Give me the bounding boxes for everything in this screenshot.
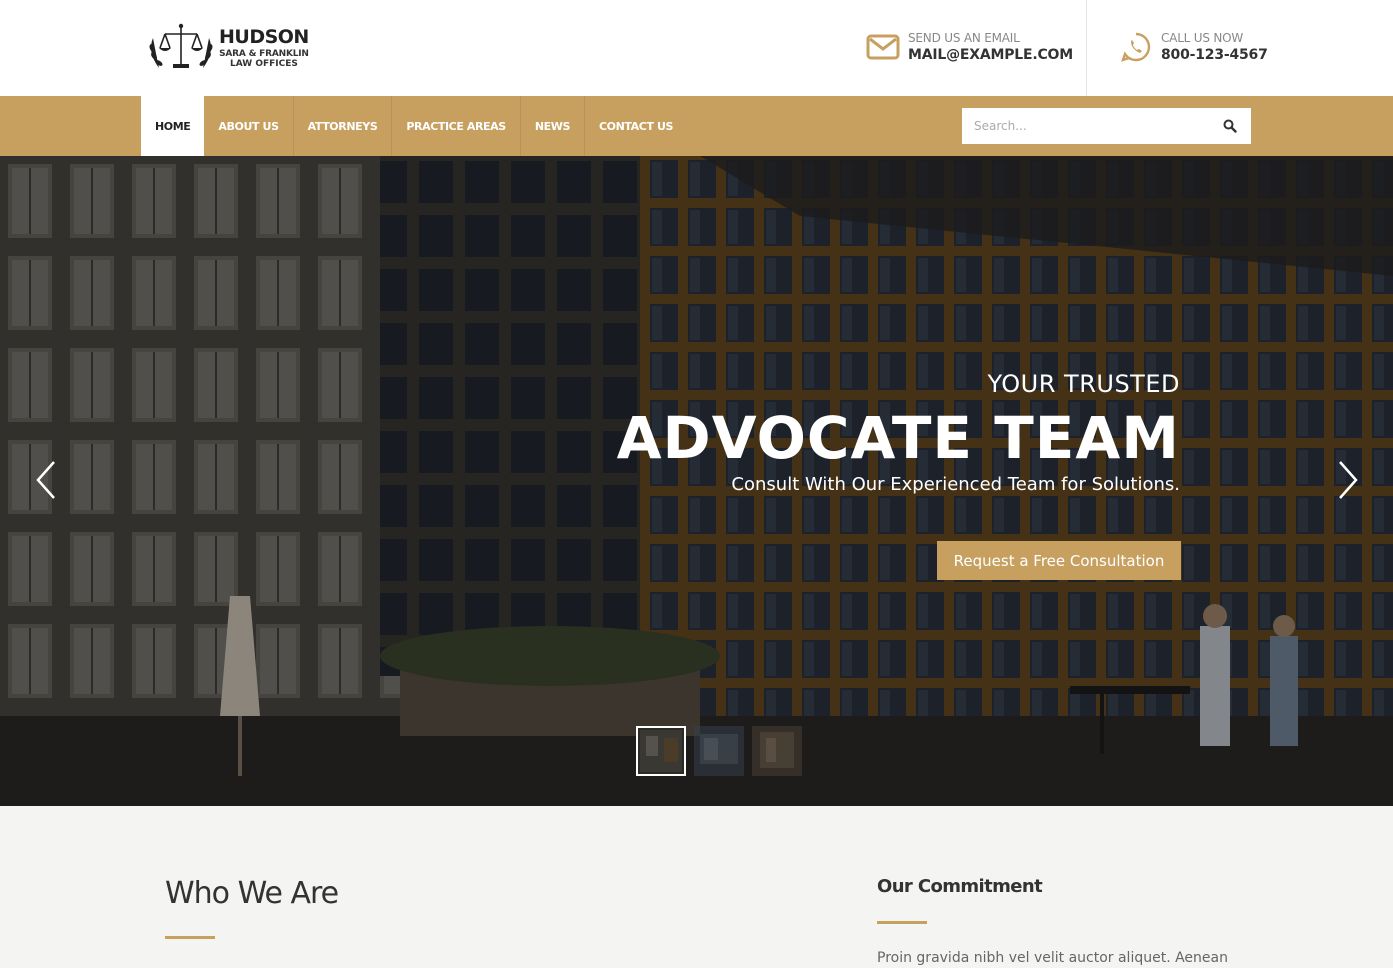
search-button[interactable] [1209,108,1251,144]
nav-item-home[interactable]: HOME [141,96,205,156]
logo[interactable]: HUDSON SARA & FRANKLIN LAW OFFICES [145,20,315,76]
chevron-right-icon [1339,461,1358,499]
scales-of-justice-logo-icon [149,23,213,68]
logo-tagline-1: SARA & FRANKLIN [219,48,309,59]
slider-prev-button[interactable] [32,458,60,502]
email-label: SEND US AN EMAIL [908,31,1020,45]
our-commitment-heading: Our Commitment [877,876,1043,897]
main-nav: HOME ABOUT US ATTORNEYS PRACTICE AREAS N… [0,96,1393,156]
search-input[interactable] [962,108,1209,144]
request-consultation-button[interactable]: Request a Free Consultation [937,541,1181,580]
slider-next-button[interactable] [1334,458,1362,502]
hero-kicker: YOUR TRUSTED [987,370,1180,398]
nav-item-attorneys[interactable]: ATTORNEYS [294,96,393,156]
nav-item-contact-us[interactable]: CONTACT US [585,96,687,156]
about-section: Who We Are Our Commitment Proin gravida … [0,806,1393,968]
hero-title: ADVOCATE TEAM [616,404,1180,472]
email-value[interactable]: MAIL@EXAMPLE.COM [908,47,1073,63]
contact-email[interactable]: SEND US AN EMAIL MAIL@EXAMPLE.COM [866,30,1073,64]
slide-thumbnail-2[interactable] [694,726,744,776]
contact-phone[interactable]: CALL US NOW 800-123-4567 [1119,30,1268,64]
logo-title: HUDSON [219,25,309,48]
whatsapp-phone-icon [1119,30,1153,64]
logo-tagline-2: LAW OFFICES [229,58,298,69]
hero-subtitle: Consult With Our Experienced Team for So… [731,474,1180,495]
who-we-are-underline [165,936,215,939]
phone-value[interactable]: 800-123-4567 [1161,47,1268,63]
slide-thumbnail-1[interactable] [636,726,686,776]
nav-item-practice-areas[interactable]: PRACTICE AREAS [392,96,521,156]
hero-overlay [0,156,1393,806]
search-icon [1223,119,1237,133]
nav-item-about-us[interactable]: ABOUT US [204,96,294,156]
our-commitment-text: Proin gravida nibh vel velit auctor aliq… [877,950,1228,966]
who-we-are-heading: Who We Are [165,876,339,911]
phone-label: CALL US NOW [1161,31,1244,45]
chevron-left-icon [36,461,55,499]
header-divider [1086,0,1087,96]
nav-items: HOME ABOUT US ATTORNEYS PRACTICE AREAS N… [141,96,687,156]
nav-item-news[interactable]: NEWS [521,96,585,156]
logo-text: HUDSON SARA & FRANKLIN LAW OFFICES [219,25,309,69]
slider-thumbnails [636,726,802,776]
search-box [962,108,1251,144]
site-header: HUDSON SARA & FRANKLIN LAW OFFICES SEND … [0,0,1393,96]
our-commitment-underline [877,921,927,924]
hero-slider: YOUR TRUSTED ADVOCATE TEAM Consult With … [0,156,1393,806]
slide-thumbnail-3[interactable] [752,726,802,776]
envelope-icon [866,30,900,64]
